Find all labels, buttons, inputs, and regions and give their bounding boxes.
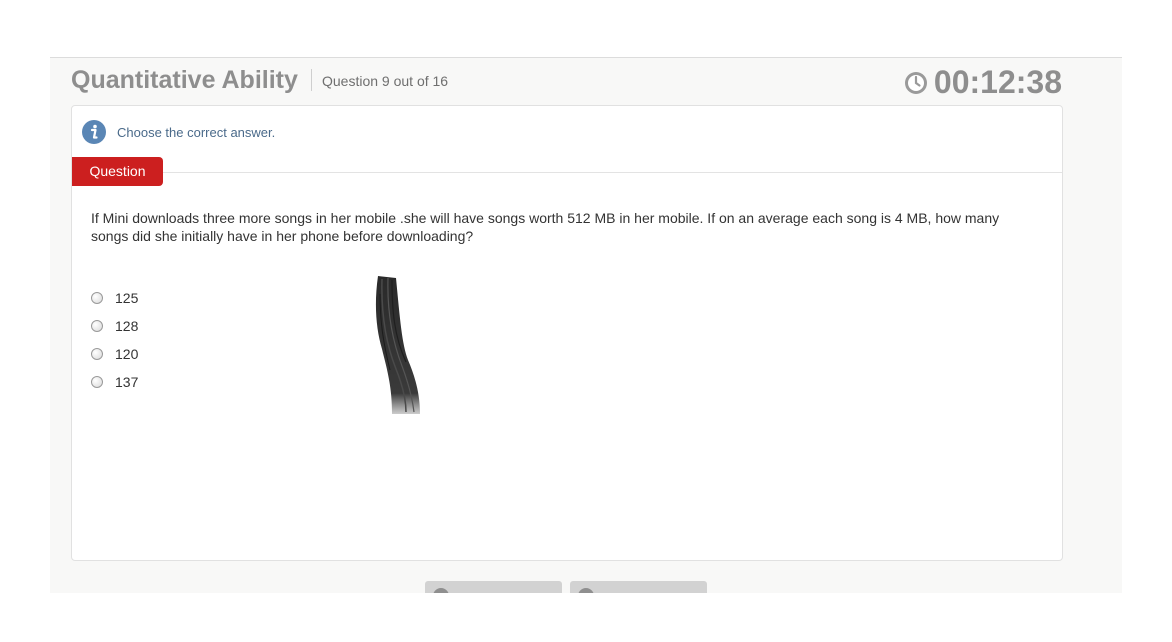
answer-options: 125 128 120 137 [91, 284, 138, 396]
option-4[interactable]: 137 [91, 368, 138, 396]
info-icon [82, 120, 106, 144]
option-label: 120 [115, 346, 139, 362]
option-3[interactable]: 120 [91, 340, 138, 368]
option-radio[interactable] [91, 348, 103, 360]
hair-artifact [375, 276, 420, 414]
nav-icon [578, 588, 594, 593]
question-card: Choose the correct answer. Question If M… [71, 105, 1063, 561]
option-label: 137 [115, 374, 139, 390]
clock-icon [904, 71, 928, 95]
option-label: 125 [115, 290, 139, 306]
question-tab: Question [72, 157, 163, 186]
test-frame: Quantitative Ability Question 9 out of 1… [50, 57, 1122, 593]
card-divider [72, 172, 1062, 173]
timer-value: 00:12:38 [933, 64, 1062, 100]
nav-icon [433, 588, 449, 593]
instruction-row: Choose the correct answer. [82, 120, 275, 144]
option-2[interactable]: 128 [91, 312, 138, 340]
timer: 00:12:38 [904, 64, 1062, 101]
instruction-text: Choose the correct answer. [117, 124, 276, 140]
option-radio[interactable] [91, 376, 103, 388]
section-title: Quantitative Ability [71, 66, 298, 94]
question-text: If Mini downloads three more songs in he… [91, 210, 1000, 244]
nav-button-right[interactable] [570, 581, 707, 593]
option-radio[interactable] [91, 292, 103, 304]
option-1[interactable]: 125 [91, 284, 138, 312]
option-label: 128 [115, 318, 139, 334]
option-radio[interactable] [91, 320, 103, 332]
title-divider [311, 69, 312, 91]
nav-button-left[interactable] [425, 581, 562, 593]
question-counter: Question 9 out of 16 [322, 73, 449, 89]
